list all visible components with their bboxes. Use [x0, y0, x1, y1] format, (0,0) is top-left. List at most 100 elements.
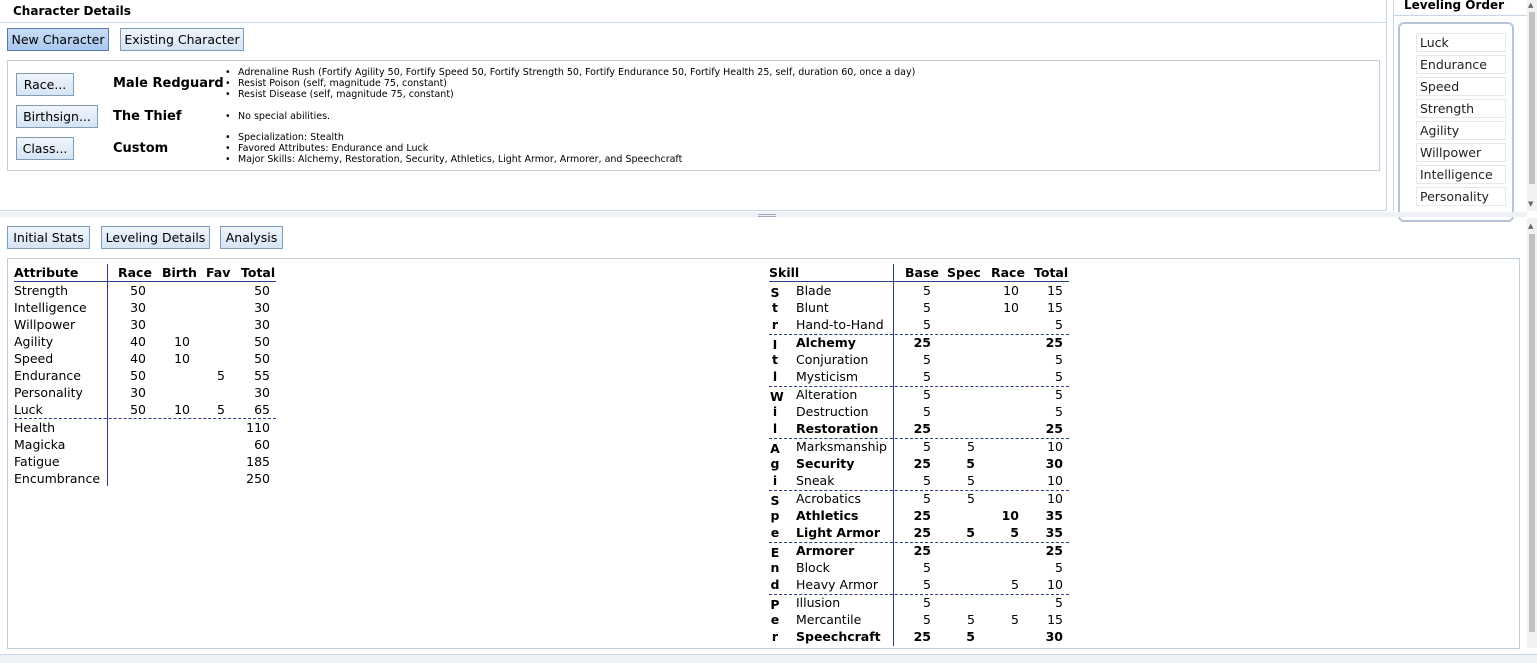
attribute-name: Personality: [14, 385, 83, 400]
skill-total: 25: [1045, 335, 1063, 350]
attribute-race: 50: [130, 402, 146, 417]
skill-base: 5: [923, 439, 931, 454]
skill-total: 35: [1045, 508, 1063, 523]
skill-name: Heavy Armor: [796, 577, 878, 592]
skill-name: Mercantile: [796, 612, 862, 627]
skill-total: 10: [1047, 439, 1063, 454]
scroll-down-arrow-icon[interactable]: ▼: [1528, 200, 1533, 208]
skill-race: 5: [1011, 577, 1019, 592]
tab-analysis[interactable]: Analysis: [220, 226, 283, 249]
skill-base: 5: [923, 404, 931, 419]
group-letter: e: [770, 525, 780, 540]
skill-total: 10: [1047, 473, 1063, 488]
skill-base: 5: [923, 317, 931, 332]
group-letter: I: [772, 337, 778, 352]
group-letter: r: [771, 317, 779, 332]
skill-total: 5: [1055, 560, 1063, 575]
leveling-scrollbar[interactable]: ▲ ▼: [1527, 0, 1537, 211]
group-letter: t: [772, 300, 778, 315]
leveling-order-panel: Leveling Order Luck Endurance Speed Stre…: [1393, 0, 1527, 222]
attribute-name: Willpower: [14, 317, 76, 332]
birthsign-button[interactable]: Birthsign...: [16, 105, 98, 128]
skill-total: 5: [1055, 387, 1063, 402]
group-letter: e: [770, 612, 780, 627]
skill-total: 5: [1055, 369, 1063, 384]
attribute-name: Endurance: [14, 368, 81, 383]
leveling-item-speed[interactable]: Speed: [1416, 77, 1506, 96]
skill-name: Blade: [796, 283, 832, 298]
skill-name: Mysticism: [796, 369, 859, 384]
derived-total: 60: [254, 437, 270, 452]
leveling-item-willpower[interactable]: Willpower: [1416, 143, 1506, 162]
stats-scrollbar[interactable]: ▲: [1527, 218, 1537, 648]
skill-race: 10: [1003, 300, 1019, 315]
leveling-order-list[interactable]: Luck Endurance Speed Strength Agility Wi…: [1398, 22, 1514, 222]
skill-base: 5: [923, 473, 931, 488]
splitter-grip-icon[interactable]: [758, 214, 776, 217]
class-button[interactable]: Class...: [16, 137, 74, 160]
existing-character-button[interactable]: Existing Character: [120, 28, 244, 51]
status-bar: [0, 654, 1537, 663]
race-button[interactable]: Race...: [16, 73, 74, 96]
skill-base: 25: [913, 335, 931, 350]
skill-spec: 5: [967, 491, 975, 506]
attribute-race: 30: [130, 385, 146, 400]
skill-base: 5: [923, 352, 931, 367]
initial-stats-panel: Attribute Race Birth Fav Total Strength 5…: [7, 258, 1520, 649]
skill-base: 25: [913, 525, 931, 540]
scroll-up-arrow-icon[interactable]: ▲: [1528, 222, 1533, 230]
tab-initial-stats[interactable]: Initial Stats: [7, 226, 90, 249]
leveling-item-luck[interactable]: Luck: [1416, 33, 1506, 52]
header-rule: [14, 281, 276, 282]
skill-base: 5: [923, 577, 931, 592]
birthsign-abilities-list: No special abilities.: [225, 111, 330, 122]
class-name: Custom: [113, 141, 169, 156]
new-character-button[interactable]: New Character: [7, 28, 109, 51]
attribute-total: 30: [254, 385, 270, 400]
skill-base: 5: [923, 560, 931, 575]
skill-total: 5: [1055, 352, 1063, 367]
skill-total: 5: [1055, 595, 1063, 610]
attribute-name: Speed: [14, 351, 54, 366]
skill-total: 15: [1047, 300, 1063, 315]
skill-race: 10: [1003, 283, 1019, 298]
attribute-total: 50: [254, 334, 270, 349]
attribute-name: Agility: [14, 334, 54, 349]
leveling-item-strength[interactable]: Strength: [1416, 99, 1506, 118]
skill-name: Block: [796, 560, 830, 575]
derived-total: 110: [246, 420, 270, 435]
leveling-item-endurance[interactable]: Endurance: [1416, 55, 1506, 74]
attribute-name: Intelligence: [14, 300, 87, 315]
attribute-birth: 10: [174, 334, 190, 349]
character-summary-box: Race... Male Redguard Adrenaline Rush (F…: [7, 60, 1380, 171]
race-abilities-list: Adrenaline Rush (Fortify Agility 50, For…: [225, 67, 915, 100]
skill-base: 5: [923, 612, 931, 627]
derived-name: Health: [14, 420, 56, 435]
attribute-birth: 10: [174, 351, 190, 366]
attribute-race: 50: [130, 283, 146, 298]
skill-header-skill: Skill: [769, 265, 800, 280]
skill-name: Conjuration: [796, 352, 869, 367]
skill-total: 5: [1055, 317, 1063, 332]
attr-header-fav: Fav: [206, 265, 231, 280]
group-letter: i: [772, 473, 778, 488]
skill-base: 25: [913, 629, 931, 644]
list-item: Adrenaline Rush (Fortify Agility 50, For…: [225, 67, 915, 78]
attribute-total: 50: [254, 351, 270, 366]
skill-total: 30: [1045, 456, 1063, 471]
tab-leveling-details[interactable]: Leveling Details: [101, 226, 210, 249]
leveling-item-agility[interactable]: Agility: [1416, 121, 1506, 140]
scroll-thumb[interactable]: [1529, 12, 1535, 184]
scroll-up-arrow-icon[interactable]: ▲: [1528, 1, 1533, 9]
attribute-race: 50: [130, 368, 146, 383]
group-letter: d: [770, 577, 780, 592]
skill-spec: 5: [967, 612, 975, 627]
skill-name: Alteration: [796, 387, 858, 402]
leveling-item-personality[interactable]: Personality: [1416, 187, 1506, 206]
leveling-item-intelligence[interactable]: Intelligence: [1416, 165, 1506, 184]
divider: [1394, 15, 1527, 16]
scroll-thumb[interactable]: [1529, 234, 1535, 632]
group-letter: l: [772, 421, 778, 436]
skill-header-base: Base: [905, 265, 939, 280]
attribute-total: 65: [254, 402, 270, 417]
